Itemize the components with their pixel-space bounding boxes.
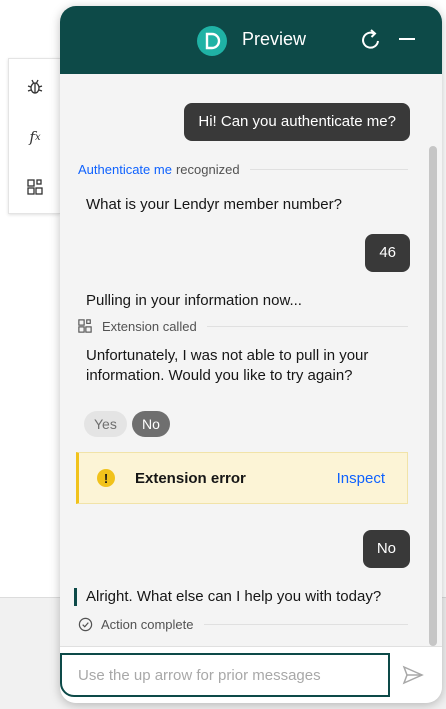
message-input-row [60,646,442,703]
debug-toolbar: fx [8,58,60,214]
extension-icon [78,319,92,333]
header-title: Preview [242,29,307,49]
bot-message-line-2: information. Would you like to try again… [86,367,353,384]
action-recognized-row: Authenticate me recognized [78,160,408,178]
function-icon[interactable]: fx [23,125,47,149]
extension-called-label: Extension called [102,318,197,334]
clipped-previous-message [130,74,230,76]
divider [206,325,408,327]
message-input[interactable] [60,653,390,697]
user-message-bubble: 46 [365,234,410,272]
recognized-label: recognized [175,161,240,177]
widget-header: Preview [60,6,442,74]
bot-message-line-1: Unfortunately, I was not able to pull in… [86,347,369,364]
bug-icon[interactable] [23,75,47,99]
minimize-icon[interactable] [396,28,418,50]
bot-message: Pulling in your information now... [86,292,302,309]
option-no-button[interactable]: No [132,411,170,437]
divider [203,623,408,625]
divider [249,168,408,170]
bot-message: Alright. What else can I help you with t… [86,588,382,605]
action-link[interactable]: Authenticate me [78,162,172,177]
assistant-preview-widget: Preview Hi! Can you authenticate me? Aut… [60,6,442,703]
bot-message: What is your Lendyr member number? [86,196,342,213]
user-message-bubble: Hi! Can you authenticate me? [184,103,410,141]
inspect-link[interactable]: Inspect [337,470,385,487]
restart-icon[interactable] [358,27,384,53]
extension-called-row: Extension called [78,317,408,335]
assistant-logo-icon [197,26,227,56]
error-title: Extension error [135,469,246,487]
extension-icon[interactable] [23,175,47,199]
send-icon[interactable] [401,663,425,687]
extension-error-card: ! Extension error Inspect [76,452,408,504]
action-complete-row: Action complete [78,615,408,633]
chat-transcript[interactable]: Hi! Can you authenticate me? Authenticat… [60,74,442,646]
action-complete-label: Action complete [101,616,194,632]
option-yes-button[interactable]: Yes [84,411,127,437]
warning-icon: ! [97,469,115,487]
chat-scrollbar[interactable] [429,146,437,646]
bot-message-indicator [74,588,77,606]
checkmark-circle-icon [78,617,93,631]
user-message-bubble: No [362,530,410,568]
